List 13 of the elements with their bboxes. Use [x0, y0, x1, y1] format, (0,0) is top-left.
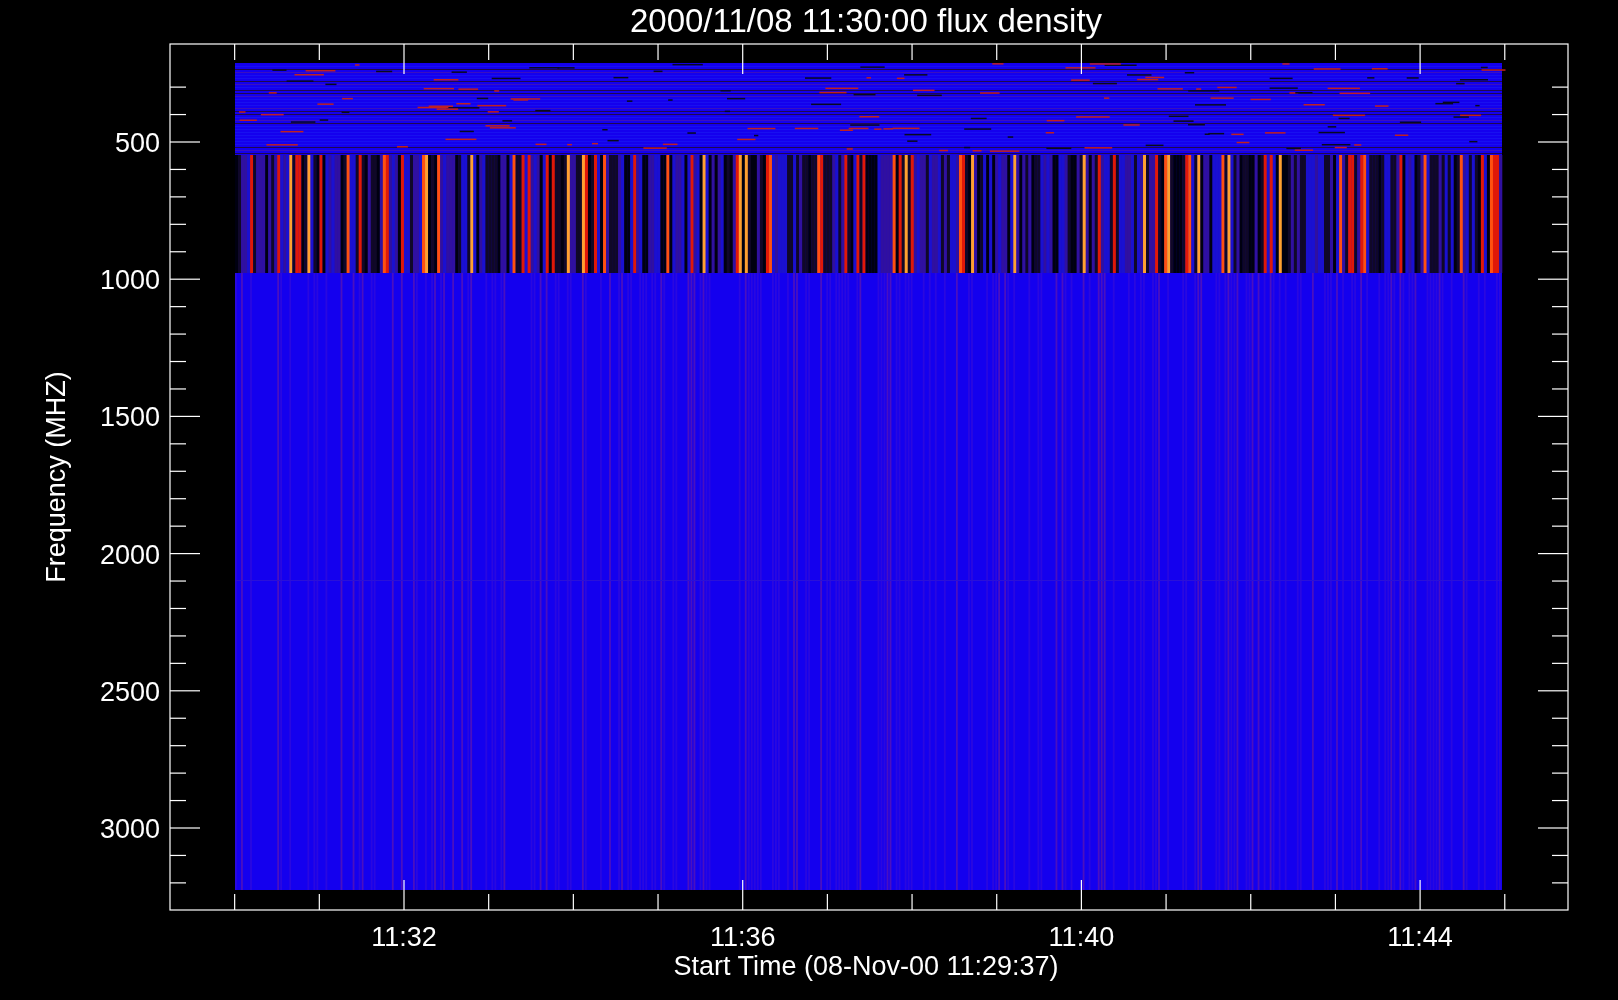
axis-label: Start Time (08-Nov-00 11:29:37): [673, 951, 1059, 981]
tick-label: 1500: [99, 402, 160, 433]
tick-label: 500: [114, 128, 160, 158]
tick-label: 11:32: [371, 922, 437, 952]
tick-label: 1000: [99, 265, 160, 296]
tick-label: 2000: [99, 539, 160, 570]
axis-label: Frequency (MHZ): [41, 371, 71, 583]
tick-label: 3000: [99, 814, 160, 844]
tick-label: 2500: [99, 676, 160, 707]
tick-label: 11:36: [709, 922, 776, 952]
chart-title: 2000/11/08 11:30:00 flux density: [629, 2, 1103, 39]
tick-label: 11:40: [1048, 922, 1115, 952]
tick-label: 11:44: [1387, 922, 1453, 952]
